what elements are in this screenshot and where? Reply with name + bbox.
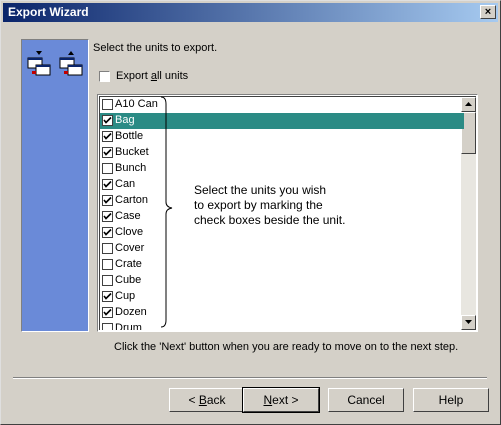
unit-list-item[interactable]: Cover bbox=[100, 241, 464, 257]
unit-name: Bucket bbox=[115, 146, 149, 158]
unit-name: Can bbox=[115, 178, 136, 190]
export-all-label[interactable]: Export all units bbox=[116, 70, 188, 82]
callout-line: Select the units you wish bbox=[194, 183, 327, 197]
unit-list-item[interactable]: Bunch bbox=[100, 161, 464, 177]
unit-name: Dozen bbox=[115, 306, 147, 318]
button-separator bbox=[13, 377, 487, 379]
export-units-icon bbox=[26, 51, 54, 81]
unit-name: Crate bbox=[115, 258, 142, 270]
callout-line: to export by marking the bbox=[194, 198, 323, 212]
callout-bracket bbox=[160, 96, 173, 328]
unit-list-item[interactable]: Drum bbox=[100, 321, 464, 330]
unit-list-item[interactable]: Cup bbox=[100, 289, 464, 305]
help-button[interactable]: Help bbox=[413, 388, 489, 412]
unit-list-item[interactable]: Bag bbox=[100, 113, 464, 129]
next-button[interactable]: Next > bbox=[242, 387, 320, 413]
unit-checkbox[interactable] bbox=[102, 275, 113, 286]
window-title: Export Wizard bbox=[8, 5, 89, 19]
unit-name: Bunch bbox=[115, 162, 147, 174]
unit-list-item[interactable]: Crate bbox=[100, 257, 464, 273]
unit-list-item[interactable]: Dozen bbox=[100, 305, 464, 321]
checkmark-icon bbox=[103, 196, 112, 204]
unit-list-item[interactable]: Cube bbox=[100, 273, 464, 289]
unit-checkbox[interactable] bbox=[102, 131, 113, 142]
unit-list-item[interactable]: A10 Can bbox=[100, 97, 464, 113]
checkmark-icon bbox=[103, 148, 112, 156]
unit-checkbox[interactable] bbox=[102, 323, 113, 330]
unit-name: Bottle bbox=[115, 130, 144, 142]
checkmark-icon bbox=[103, 212, 112, 220]
unit-checkbox[interactable] bbox=[102, 307, 113, 318]
checkmark-icon bbox=[103, 292, 112, 300]
unit-checkbox[interactable] bbox=[102, 227, 113, 238]
unit-name: A10 Can bbox=[115, 98, 158, 110]
callout-line: check boxes beside the unit. bbox=[194, 213, 346, 227]
unit-checkbox[interactable] bbox=[102, 115, 113, 126]
close-button[interactable]: × bbox=[480, 5, 496, 19]
next-step-hint: Click the 'Next' button when you are rea… bbox=[114, 341, 459, 353]
unit-list-item[interactable]: Bucket bbox=[100, 145, 464, 161]
unit-checkbox[interactable] bbox=[102, 179, 113, 190]
callout-text: Select the units you wish to export by m… bbox=[194, 183, 345, 228]
import-units-icon bbox=[58, 51, 86, 81]
unit-name: Carton bbox=[115, 194, 149, 206]
title-bar[interactable]: Export Wizard × bbox=[3, 3, 498, 22]
checkmark-icon bbox=[103, 132, 112, 140]
unit-name: Drum bbox=[115, 322, 142, 330]
unit-name: Cup bbox=[115, 290, 136, 302]
unit-list-item[interactable]: Bottle bbox=[100, 129, 464, 145]
checkmark-icon bbox=[103, 308, 112, 316]
checkmark-icon bbox=[103, 180, 112, 188]
unit-checkbox[interactable] bbox=[102, 99, 113, 110]
unit-checkbox[interactable] bbox=[102, 163, 113, 174]
wizard-side-panel bbox=[21, 39, 89, 332]
cancel-button[interactable]: Cancel bbox=[328, 388, 404, 412]
unit-name: Case bbox=[115, 210, 141, 222]
unit-name: Cube bbox=[115, 274, 142, 286]
scroll-up-arrow-icon bbox=[465, 102, 472, 106]
export-all-checkbox-box[interactable] bbox=[99, 71, 110, 82]
instruction-text: Select the units to export. bbox=[93, 42, 218, 54]
unit-checkbox[interactable] bbox=[102, 243, 113, 254]
unit-checkbox[interactable] bbox=[102, 147, 113, 158]
back-button[interactable]: < Back bbox=[169, 388, 245, 412]
unit-name: Bag bbox=[115, 114, 135, 126]
scroll-down-arrow-icon bbox=[465, 320, 472, 324]
unit-name: Clove bbox=[115, 226, 144, 238]
unit-name: Cover bbox=[115, 242, 145, 254]
export-wizard-window: Export Wizard × Select the units to expo… bbox=[0, 0, 501, 425]
checkmark-icon bbox=[103, 116, 112, 124]
unit-checkbox[interactable] bbox=[102, 291, 113, 302]
unit-checkbox[interactable] bbox=[102, 195, 113, 206]
unit-checkbox[interactable] bbox=[102, 211, 113, 222]
checkmark-icon bbox=[103, 228, 112, 236]
unit-checkbox[interactable] bbox=[102, 259, 113, 270]
